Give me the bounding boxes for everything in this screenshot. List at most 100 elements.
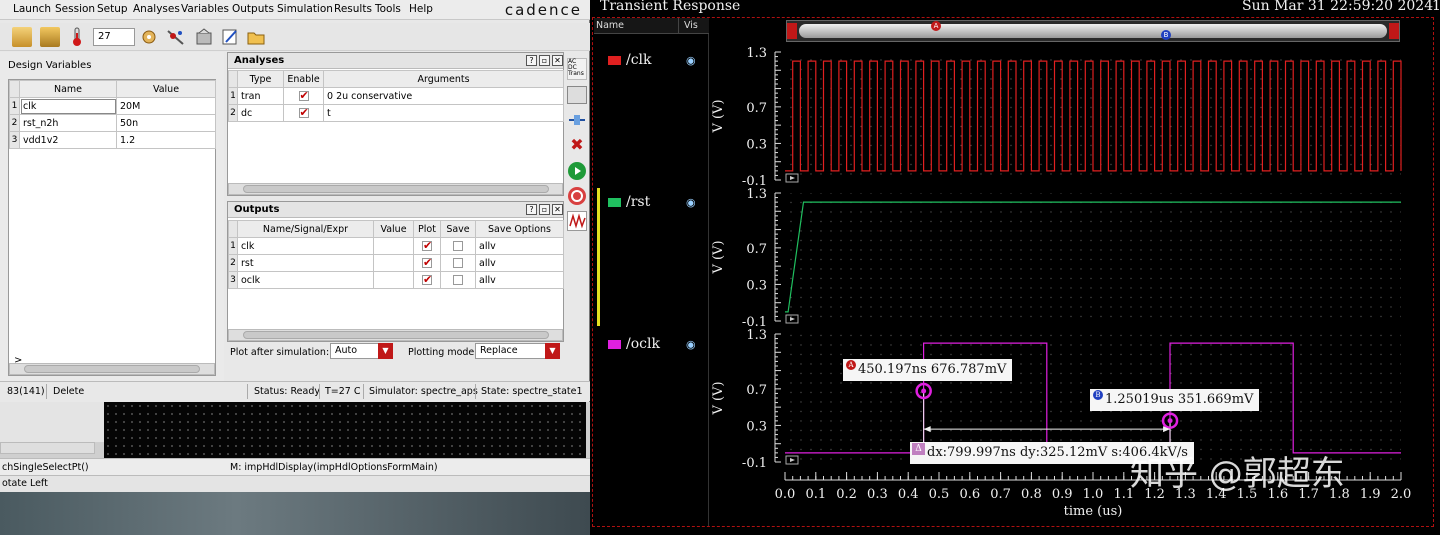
column-header-value[interactable]: Value	[116, 80, 216, 98]
table-row[interactable]: 3 vdd1v2 1.2	[9, 131, 216, 149]
chevron-down-icon[interactable]: ▼	[378, 343, 393, 359]
plot-checkbox[interactable]	[422, 239, 432, 252]
load-state-icon[interactable]	[40, 27, 60, 47]
table-row[interactable]: 3 oclk allv	[228, 271, 564, 289]
analysis-type[interactable]: dc	[237, 104, 284, 122]
help-icon[interactable]: ?	[526, 55, 537, 66]
save-state-icon[interactable]	[194, 27, 214, 47]
output-name[interactable]: oclk	[237, 271, 374, 289]
output-name[interactable]: clk	[237, 237, 374, 255]
menu-results[interactable]: Results	[334, 3, 372, 15]
plotting-mode-select[interactable]: Replace ▼	[475, 343, 560, 359]
variable-name[interactable]: clk	[19, 97, 117, 115]
menu-tools[interactable]: Tools	[375, 3, 401, 15]
table-row[interactable]: 2 rst allv	[228, 254, 564, 272]
menu-help[interactable]: Help	[409, 3, 433, 15]
column-header-save-options[interactable]: Save Options	[475, 220, 564, 238]
table-row[interactable]: 1 clk 20M	[9, 97, 216, 115]
variable-value[interactable]: 1.2	[116, 131, 216, 149]
menu-setup[interactable]: Setup	[97, 3, 128, 15]
menu-outputs[interactable]: Outputs	[232, 3, 274, 15]
column-header-arguments[interactable]: Arguments	[323, 70, 564, 88]
menu-session[interactable]: Session	[55, 3, 95, 15]
layout-canvas[interactable]	[104, 402, 586, 458]
variable-name[interactable]: vdd1v2	[19, 131, 117, 149]
signal-rst[interactable]: /rst ◉	[608, 194, 708, 214]
variable-value[interactable]: 20M	[116, 97, 216, 115]
eye-icon[interactable]: ◉	[686, 54, 696, 67]
eye-icon[interactable]: ◉	[686, 338, 696, 351]
outputs-scrollbar[interactable]	[228, 329, 563, 341]
save-checkbox[interactable]	[453, 241, 463, 251]
marker-b-label[interactable]: B 1.25019us 351.669mV	[1090, 389, 1260, 411]
open-icon[interactable]	[12, 27, 32, 47]
model-libraries-icon[interactable]	[140, 27, 160, 47]
column-header-enable[interactable]: Enable	[283, 70, 324, 88]
choose-analyses-icon[interactable]: AC DC Trans	[567, 58, 587, 80]
marker-a-label[interactable]: A 450.197ns 676.787mV	[843, 359, 1013, 381]
stimuli-icon[interactable]	[166, 27, 186, 47]
save-options[interactable]: allv	[475, 237, 564, 255]
menu-variables[interactable]: Variables	[181, 3, 229, 15]
background-scrollbar[interactable]	[0, 442, 95, 454]
column-header-type[interactable]: Type	[237, 70, 284, 88]
scrollbar-thumb[interactable]	[243, 185, 549, 193]
analysis-type[interactable]: tran	[237, 87, 284, 105]
eye-icon[interactable]: ◉	[686, 196, 696, 209]
overview-thumb[interactable]	[799, 24, 1387, 38]
table-row[interactable]: 2 dc t	[228, 104, 564, 122]
tune-icon[interactable]	[567, 86, 587, 104]
signal-oclk[interactable]: /oclk ◉	[608, 336, 708, 356]
y-tick-label: 1.3	[746, 187, 767, 202]
x-overview-scrollbar[interactable]: A B	[786, 20, 1400, 42]
delete-icon[interactable]: ✖	[567, 136, 587, 154]
save-checkbox[interactable]	[453, 275, 463, 285]
column-header-plot[interactable]: Plot	[413, 220, 441, 238]
save-options[interactable]: allv	[475, 254, 564, 272]
output-name[interactable]: rst	[237, 254, 374, 272]
restore-icon[interactable]: ▫	[539, 204, 550, 215]
enable-checkbox[interactable]	[298, 106, 309, 119]
table-row[interactable]: 1 clk allv	[228, 237, 564, 255]
table-row[interactable]: 2 rst_n2h 50n	[9, 114, 216, 132]
netlist-icon[interactable]	[567, 111, 587, 129]
analysis-arguments[interactable]: t	[323, 104, 564, 122]
folder-icon[interactable]	[246, 27, 266, 47]
scrollbar-thumb[interactable]	[243, 331, 549, 339]
restore-icon[interactable]: ▫	[539, 55, 550, 66]
menu-simulation[interactable]: Simulation	[277, 3, 333, 15]
waveform-corner-label: 1	[1432, 0, 1440, 14]
plot-outputs-icon[interactable]	[567, 211, 587, 231]
column-header-name[interactable]: Name	[19, 80, 117, 98]
chevron-down-icon[interactable]: ▼	[545, 343, 560, 359]
temperature-input[interactable]: 27	[93, 28, 135, 46]
analysis-arguments[interactable]: 0 2u conservative	[323, 87, 564, 105]
design-variables-scrollbar[interactable]	[9, 363, 215, 375]
plot-checkbox[interactable]	[422, 256, 432, 269]
analyses-scrollbar[interactable]	[228, 183, 563, 195]
save-checkbox[interactable]	[453, 258, 463, 268]
column-header-value[interactable]: Value	[373, 220, 414, 238]
signal-clk[interactable]: /clk ◉	[608, 52, 708, 72]
menu-launch[interactable]: Launch	[13, 3, 51, 15]
variable-value[interactable]: 50n	[116, 114, 216, 132]
stop-simulation-icon[interactable]	[568, 187, 586, 205]
column-header-save[interactable]: Save	[440, 220, 476, 238]
close-icon[interactable]: ✕	[552, 55, 563, 66]
scroll-left-button[interactable]	[787, 23, 797, 39]
help-icon[interactable]: ?	[526, 204, 537, 215]
column-header-name[interactable]: Name/Signal/Expr	[237, 220, 374, 238]
plot-after-select[interactable]: Auto ▼	[330, 343, 393, 359]
plot-checkbox[interactable]	[422, 273, 432, 286]
scrollbar-thumb[interactable]	[24, 365, 200, 373]
edit-icon[interactable]	[220, 27, 240, 47]
variable-name[interactable]: rst_n2h	[19, 114, 117, 132]
temperature-status: T=27 C	[325, 386, 361, 397]
menu-analyses[interactable]: Analyses	[133, 3, 180, 15]
close-icon[interactable]: ✕	[552, 204, 563, 215]
table-row[interactable]: 1 tran 0 2u conservative	[228, 87, 564, 105]
scroll-right-button[interactable]	[1389, 23, 1399, 39]
run-simulation-icon[interactable]	[568, 162, 586, 180]
enable-checkbox[interactable]	[298, 89, 309, 102]
save-options[interactable]: allv	[475, 271, 564, 289]
